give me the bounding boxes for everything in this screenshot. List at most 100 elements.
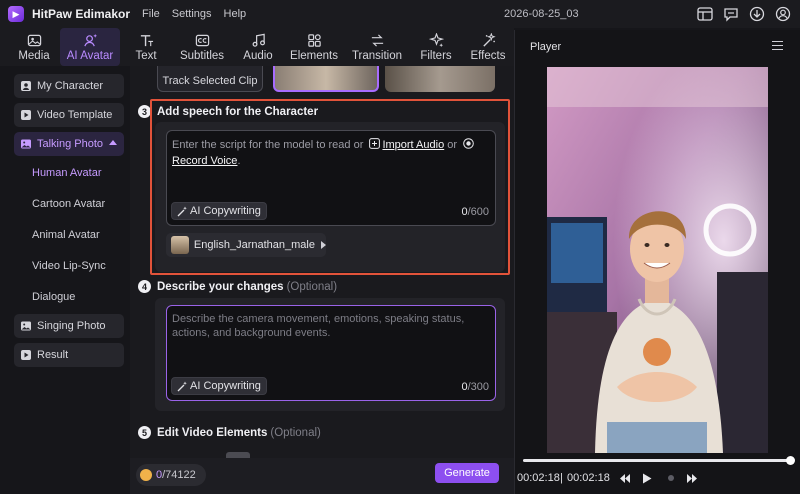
section-describe-title: 4 Describe your changes (Optional)	[138, 280, 337, 293]
tool-media[interactable]: Media	[8, 28, 60, 66]
tool-subtitles-label: Subtitles	[179, 49, 225, 62]
clip-thumbnail-selected[interactable]	[273, 66, 379, 92]
tool-ai-avatar[interactable]: AI Avatar	[60, 28, 120, 66]
app-logo-icon: ▶	[8, 6, 24, 22]
effects-icon	[482, 32, 496, 47]
title-bar: ▶ HitPaw Edimakor File Settings Help 202…	[0, 0, 800, 28]
time-total: 00:02:18	[567, 472, 610, 484]
sidebar-item-label: Video Template	[37, 109, 113, 121]
generate-button[interactable]: Generate	[435, 463, 499, 483]
tool-audio[interactable]: Audio	[232, 28, 284, 66]
avatar-settings-panel: Track Selected Clip 3 Add speech for the…	[130, 66, 514, 494]
main-toolbar: Media AI Avatar Text Subtitles Audio Ele…	[0, 28, 514, 66]
describe-count-max: /300	[467, 381, 489, 393]
tool-effects-label: Effects	[470, 49, 506, 62]
ai-copywriting-label: AI Copywriting	[190, 380, 261, 392]
singing-icon	[20, 320, 32, 332]
describe-char-counter: 0/300	[461, 381, 489, 393]
video-frame-image	[547, 67, 768, 453]
sidebar-subitem-human-avatar[interactable]: Human Avatar	[32, 167, 102, 179]
feedback-icon[interactable]	[722, 5, 740, 23]
photo-icon	[20, 138, 32, 150]
menu-file[interactable]: File	[142, 8, 160, 20]
magic-wand-icon	[177, 381, 187, 391]
transition-icon	[371, 33, 383, 47]
section-title-text: Edit Video Elements	[157, 426, 268, 439]
sidebar-item-label: Talking Photo	[37, 138, 104, 150]
tool-elements-label: Elements	[290, 49, 338, 62]
sidebar-subitem-cartoon-avatar[interactable]: Cartoon Avatar	[32, 198, 105, 210]
track-selected-clip-label: Track Selected Clip	[162, 75, 258, 87]
next-frame-icon[interactable]	[685, 471, 699, 485]
sidebar-item-label: My Character	[37, 80, 104, 92]
sidebar-subitem-dialogue[interactable]: Dialogue	[32, 291, 75, 303]
tool-transition[interactable]: Transition	[344, 28, 410, 66]
audio-icon	[252, 33, 265, 47]
prev-frame-icon[interactable]	[618, 471, 632, 485]
text-icon	[140, 34, 153, 46]
character-icon	[20, 80, 32, 92]
tool-text[interactable]: Text	[120, 28, 172, 66]
sidebar-item-singing-photo[interactable]: Singing Photo	[14, 314, 124, 338]
app-title: HitPaw Edimakor	[32, 7, 131, 21]
clip-thumbnail[interactable]	[385, 66, 495, 92]
video-preview[interactable]	[547, 67, 768, 453]
generate-footer: 0/74122 Generate	[130, 458, 514, 494]
credits-total: /74122	[162, 469, 196, 481]
sidebar-item-talking-photo[interactable]: Talking Photo	[14, 132, 124, 156]
elements-icon	[307, 33, 321, 47]
menu-settings[interactable]: Settings	[172, 8, 212, 20]
menu-help[interactable]: Help	[224, 8, 247, 20]
layout-icon[interactable]	[696, 5, 714, 23]
account-icon[interactable]	[774, 5, 792, 23]
playback-progress-bar[interactable]	[523, 456, 795, 465]
tool-filters[interactable]: Filters	[410, 28, 462, 66]
player-header: Player	[515, 30, 800, 62]
media-icon	[27, 34, 41, 46]
sidebar-subitem-animal-avatar[interactable]: Animal Avatar	[32, 229, 100, 241]
ai-copywriting-button-2[interactable]: AI Copywriting	[171, 377, 267, 395]
subtitles-icon	[195, 34, 209, 46]
project-name: 2026-08-25_03	[504, 8, 579, 20]
sidebar-subitem-video-lip-sync[interactable]: Video Lip-Sync	[32, 260, 106, 272]
credits-badge: 0/74122	[136, 464, 206, 486]
tool-media-label: Media	[18, 49, 50, 62]
tool-effects[interactable]: Effects	[462, 28, 514, 66]
menu-icon[interactable]	[772, 41, 783, 50]
player-title: Player	[530, 41, 562, 53]
coin-icon	[140, 469, 152, 481]
tool-subtitles[interactable]: Subtitles	[172, 28, 232, 66]
describe-placeholder: Describe the camera movement, emotions, …	[172, 313, 465, 339]
step-number: 4	[138, 280, 151, 293]
tool-filters-label: Filters	[420, 49, 452, 62]
tool-ai-avatar-label: AI Avatar	[66, 49, 114, 62]
tool-transition-label: Transition	[351, 49, 403, 62]
player-panel: Player 00:02:18 | 00:02:18	[514, 30, 800, 494]
optional-tag: (Optional)	[286, 280, 338, 293]
tool-audio-label: Audio	[243, 49, 273, 62]
play-icon[interactable]	[640, 471, 654, 485]
section-title-text: Describe your changes	[157, 280, 284, 293]
sidebar-item-my-character[interactable]: My Character	[14, 74, 124, 98]
download-icon[interactable]	[748, 5, 766, 23]
progress-knob[interactable]	[786, 456, 795, 465]
sidebar-item-result[interactable]: Result	[14, 343, 124, 367]
sidebar-item-label: Singing Photo	[37, 320, 106, 332]
stop-icon[interactable]	[664, 471, 678, 485]
tool-text-label: Text	[135, 49, 157, 62]
collapse-caret-icon[interactable]	[109, 140, 117, 145]
sidebar-item-video-template[interactable]: Video Template	[14, 103, 124, 127]
highlight-frame	[150, 99, 510, 275]
sidebar-item-label: Result	[37, 349, 69, 361]
ai-avatar-icon	[83, 33, 97, 46]
time-current: 00:02:18	[517, 472, 560, 484]
track-selected-clip-button[interactable]: Track Selected Clip	[157, 66, 263, 92]
result-icon	[20, 349, 32, 361]
optional-tag: (Optional)	[270, 426, 321, 439]
describe-changes-input[interactable]: Describe the camera movement, emotions, …	[166, 305, 496, 401]
section-edit-elements-title: 5 Edit Video Elements (Optional)	[138, 426, 321, 439]
tool-elements[interactable]: Elements	[284, 28, 344, 66]
left-sidebar: My Character Video Template Talking Phot…	[8, 66, 130, 494]
filters-icon	[428, 32, 444, 47]
step-number: 5	[138, 426, 151, 439]
